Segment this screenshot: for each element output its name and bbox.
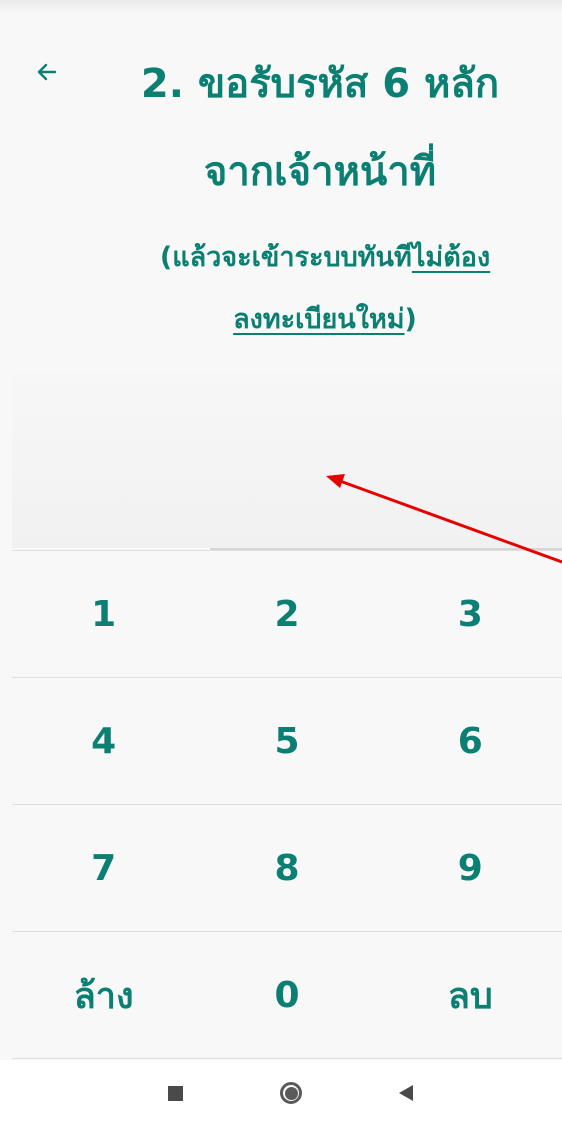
circle-icon	[280, 1082, 302, 1104]
key-8[interactable]: 8	[195, 805, 378, 931]
key-3[interactable]: 3	[379, 551, 562, 677]
no-register-link-part-2[interactable]: ลงทะเบียนใหม่	[233, 304, 404, 335]
back-button[interactable]	[26, 52, 66, 92]
key-2[interactable]: 2	[195, 551, 378, 677]
page-title: 2. ขอรับรหัส 6 หลัก จากเจ้าหน้าที่	[90, 58, 550, 198]
home-button[interactable]	[274, 1076, 308, 1110]
title-line-2: จากเจ้าหน้าที่	[203, 149, 437, 195]
circle-dot	[284, 1086, 298, 1100]
otp-screen: 2. ขอรับรหัส 6 หลัก จากเจ้าหน้าที่ (แล้ว…	[0, 12, 562, 1060]
triangle-left-icon	[399, 1085, 413, 1101]
status-bar	[0, 0, 562, 12]
subtitle-row-1: (แล้วจะเข้าระบบทันทีไม่ต้อง	[110, 240, 540, 276]
arrow-left-icon	[37, 63, 57, 81]
numeric-keypad: 1 2 3 4 5 6 7 8 9 ล้าง 0 ลบ	[12, 550, 562, 1059]
key-9[interactable]: 9	[379, 805, 562, 931]
subtitle-open-paren: (	[159, 242, 173, 273]
keypad-row: 4 5 6	[12, 677, 562, 804]
code-display-area[interactable]	[12, 372, 562, 548]
subtitle-text: แล้วจะเข้าระบบทันที	[172, 242, 412, 273]
key-4[interactable]: 4	[12, 678, 195, 804]
key-6[interactable]: 6	[379, 678, 562, 804]
no-register-link-part-1[interactable]: ไม่ต้อง	[412, 242, 490, 273]
system-navigation-bar	[0, 1060, 562, 1123]
subtitle-close-paren: )	[404, 304, 417, 335]
key-7[interactable]: 7	[12, 805, 195, 931]
key-0[interactable]: 0	[195, 932, 378, 1058]
recents-button[interactable]	[158, 1076, 192, 1110]
system-back-button[interactable]	[389, 1076, 423, 1110]
delete-key[interactable]: ลบ	[379, 932, 562, 1058]
subtitle: (แล้วจะเข้าระบบทันทีไม่ต้อง ลงทะเบียนใหม…	[110, 240, 540, 338]
keypad-row: ล้าง 0 ลบ	[12, 931, 562, 1059]
subtitle-row-2: ลงทะเบียนใหม่)	[110, 302, 540, 338]
key-5[interactable]: 5	[195, 678, 378, 804]
clear-key[interactable]: ล้าง	[12, 932, 195, 1058]
square-icon	[167, 1085, 183, 1101]
key-1[interactable]: 1	[12, 551, 195, 677]
keypad-row: 1 2 3	[12, 550, 562, 677]
title-line-1: 2. ขอรับรหัส 6 หลัก	[140, 61, 500, 107]
keypad-row: 7 8 9	[12, 804, 562, 931]
